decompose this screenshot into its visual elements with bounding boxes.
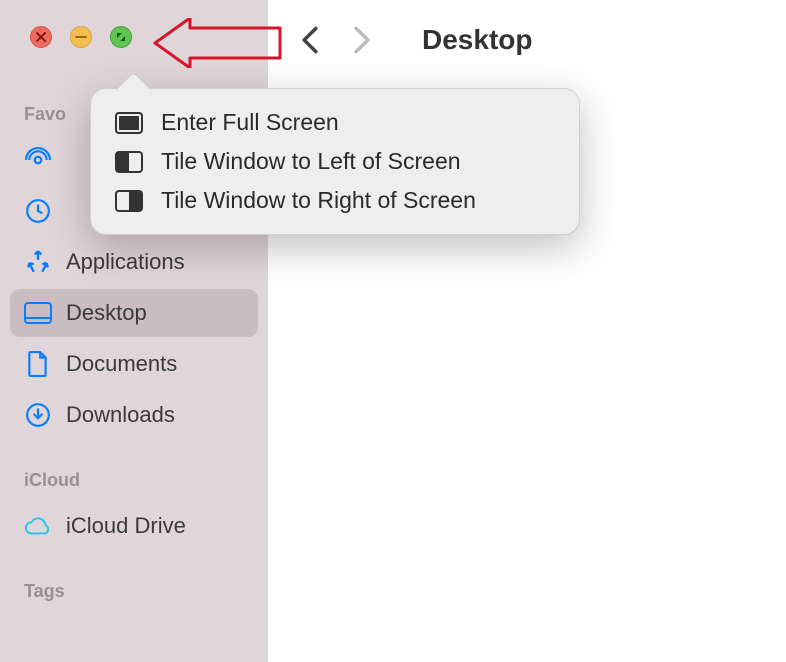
- section-header-tags: Tags: [0, 575, 268, 610]
- fullscreen-icon: [115, 112, 143, 134]
- document-icon: [24, 350, 52, 378]
- icloud-icon: [24, 512, 52, 540]
- toolbar: Desktop: [268, 0, 786, 80]
- sidebar-item-desktop[interactable]: Desktop: [10, 289, 258, 337]
- sidebar-item-label: Applications: [66, 249, 185, 275]
- menu-item-tile-left[interactable]: Tile Window to Left of Screen: [101, 142, 569, 181]
- sidebar-item-downloads[interactable]: Downloads: [10, 391, 258, 439]
- minimize-icon: [75, 32, 87, 42]
- minimize-button[interactable]: [70, 26, 92, 48]
- download-icon: [24, 401, 52, 429]
- sidebar-item-documents[interactable]: Documents: [10, 340, 258, 388]
- menu-item-label: Enter Full Screen: [161, 109, 339, 136]
- forward-button[interactable]: [350, 28, 374, 52]
- maximize-icon: [115, 31, 127, 43]
- applications-icon: [24, 248, 52, 276]
- tile-left-icon: [115, 151, 143, 173]
- tile-right-icon: [115, 190, 143, 212]
- window-resize-popover: Enter Full Screen Tile Window to Left of…: [90, 88, 580, 235]
- maximize-button[interactable]: [110, 26, 132, 48]
- close-button[interactable]: [30, 26, 52, 48]
- sidebar-item-icloud-drive[interactable]: iCloud Drive: [10, 502, 258, 550]
- menu-item-label: Tile Window to Right of Screen: [161, 187, 476, 214]
- airdrop-icon: [24, 146, 52, 174]
- chevron-right-icon: [352, 26, 372, 54]
- sidebar-item-applications[interactable]: Applications: [10, 238, 258, 286]
- menu-item-label: Tile Window to Left of Screen: [161, 148, 461, 175]
- sidebar-item-label: Downloads: [66, 402, 175, 428]
- sidebar-item-label: Desktop: [66, 300, 147, 326]
- desktop-icon: [24, 299, 52, 327]
- clock-icon: [24, 197, 52, 225]
- chevron-left-icon: [300, 26, 320, 54]
- section-header-icloud: iCloud: [0, 464, 268, 499]
- menu-item-enter-full-screen[interactable]: Enter Full Screen: [101, 103, 569, 142]
- sidebar-item-label: iCloud Drive: [66, 513, 186, 539]
- window-controls: [0, 26, 268, 48]
- page-title: Desktop: [422, 24, 532, 56]
- menu-item-tile-right[interactable]: Tile Window to Right of Screen: [101, 181, 569, 220]
- close-icon: [36, 32, 46, 42]
- sidebar-item-label: Documents: [66, 351, 177, 377]
- back-button[interactable]: [298, 28, 322, 52]
